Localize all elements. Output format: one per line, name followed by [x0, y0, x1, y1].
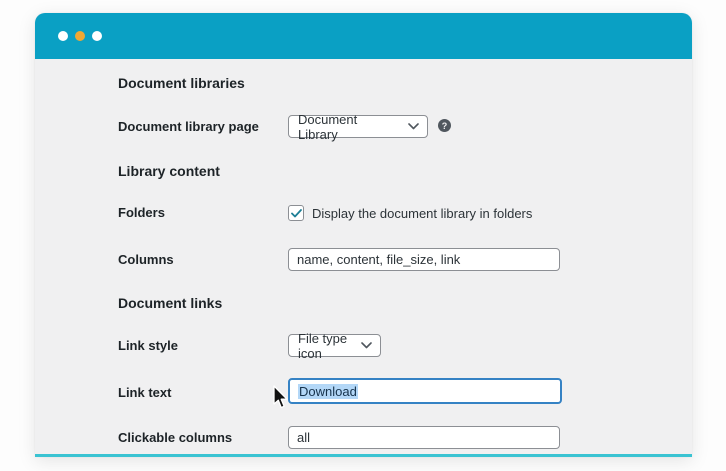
settings-window: Document libraries Document library page…: [35, 13, 692, 457]
label-clickable-columns: Clickable columns: [118, 430, 233, 445]
chevron-down-icon: [361, 342, 372, 349]
label-document-library-page: Document library page: [118, 119, 259, 134]
folders-checkbox-label[interactable]: Display the document library in folders: [312, 206, 532, 222]
columns-input-value: name, content, file_size, link: [297, 252, 461, 267]
window-control-dot-3[interactable]: [92, 31, 102, 41]
label-link-text: Link text: [118, 385, 172, 400]
label-link-style: Link style: [118, 338, 178, 353]
document-library-page-select[interactable]: Document Library: [288, 112, 428, 142]
label-columns: Columns: [118, 252, 174, 267]
window-control-dot-2[interactable]: [75, 31, 85, 41]
folders-checkbox[interactable]: [288, 205, 304, 221]
window-control-dot-1[interactable]: [58, 31, 68, 41]
document-library-page-select-value: Document Library: [298, 111, 358, 142]
label-folders: Folders: [118, 205, 165, 220]
checkmark-icon: [290, 208, 302, 217]
columns-input[interactable]: name, content, file_size, link: [288, 248, 560, 271]
help-icon[interactable]: ?: [438, 119, 451, 132]
window-titlebar: [35, 13, 692, 59]
help-glyph: ?: [441, 120, 448, 131]
link-text-input-value-selected: Download: [298, 383, 358, 399]
clickable-columns-input-value: all: [297, 430, 311, 445]
chevron-down-icon: [408, 123, 419, 130]
section-heading-document-links: Document links: [118, 295, 223, 311]
link-text-input[interactable]: Download: [288, 378, 562, 404]
clickable-columns-input[interactable]: all: [288, 426, 560, 449]
link-style-select[interactable]: File type icon: [288, 331, 381, 361]
link-style-select-value: File type icon: [298, 330, 348, 361]
section-heading-document-libraries: Document libraries: [118, 75, 245, 91]
window-bottom-accent: [35, 454, 692, 457]
section-heading-library-content: Library content: [118, 163, 220, 179]
